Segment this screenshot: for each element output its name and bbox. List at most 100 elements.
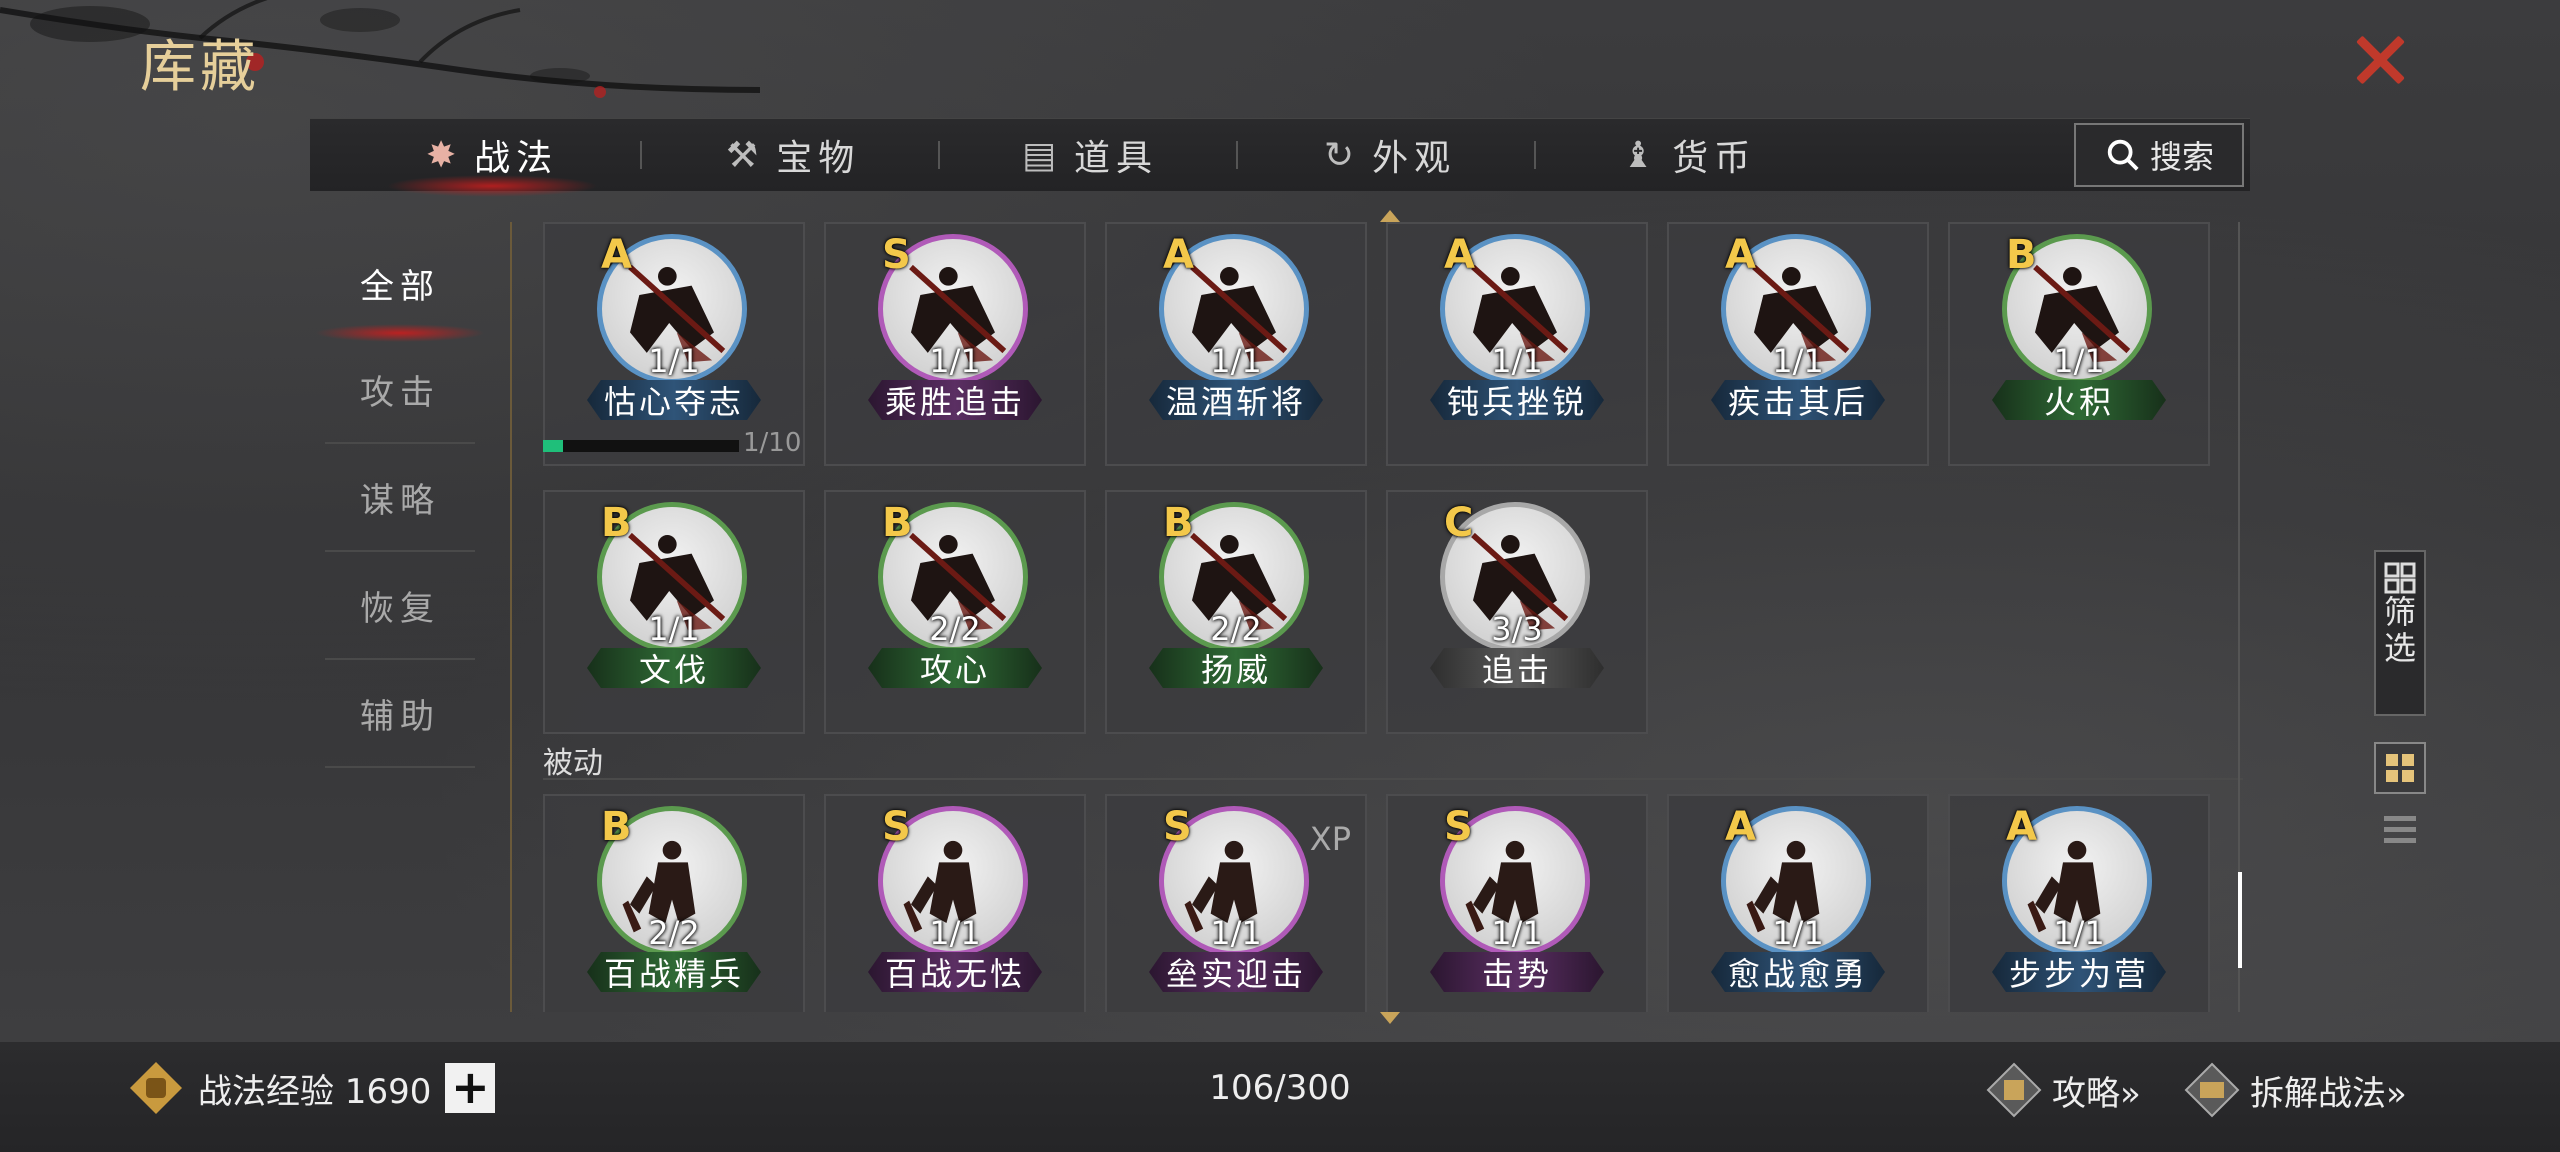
category-recovery[interactable]: 恢复: [325, 552, 475, 660]
skill-grade: A: [1163, 232, 1194, 278]
category-label: 全部: [360, 266, 440, 307]
skill-name: 疾击其后: [1711, 380, 1885, 420]
scroll-down-arrow-icon[interactable]: [1380, 1012, 1400, 1024]
skill-card[interactable]: A 1/1 步步为营: [1948, 794, 2210, 1012]
skill-grade: B: [2006, 232, 2037, 278]
tab-items[interactable]: ▤ 道具: [1022, 119, 1158, 191]
skill-count: 1/1: [929, 914, 981, 952]
skill-grid: A 1/1 怙心夺志 S 1/1 乘胜追击 A 1/1 温酒斩将 A 1/1 钝兵挫锐 A 1/1 疾击其后…: [543, 222, 2243, 1012]
skill-name: 垒实迎击: [1149, 952, 1323, 992]
skill-card[interactable]: A 1/1 疾击其后: [1667, 222, 1929, 466]
skill-grade: S: [1444, 804, 1473, 850]
category-label: 恢复: [360, 588, 440, 629]
skill-count: 2/2: [648, 914, 700, 952]
category-label: 辅助: [360, 696, 440, 737]
category-label: 谋略: [360, 480, 440, 521]
skill-card[interactable]: S 1/1 百战无怯: [824, 794, 1086, 1012]
skill-name: 步步为营: [1992, 952, 2166, 992]
skill-grade: C: [1444, 500, 1474, 546]
guide-button[interactable]: 攻略»: [1986, 1062, 2141, 1118]
category-all[interactable]: 全部: [315, 230, 485, 342]
progress-fill: [543, 440, 563, 452]
scrollbar[interactable]: [2238, 872, 2242, 968]
tab-divider: [640, 141, 642, 169]
skill-card[interactable]: S 1/1 垒实迎击 XP: [1105, 794, 1367, 1012]
skill-count: 1/1: [1772, 914, 1824, 952]
scroll-up-arrow-icon[interactable]: [1380, 210, 1400, 222]
skill-grade: B: [882, 500, 913, 546]
grid-icon: [2384, 562, 2416, 594]
skill-count: 2/2: [929, 610, 981, 648]
skill-card[interactable]: S 1/1 乘胜追击: [824, 222, 1086, 466]
skill-count: 1/1: [1491, 342, 1543, 380]
guide-label: 攻略»: [2052, 1073, 2141, 1114]
skill-count: 1/1: [648, 610, 700, 648]
skill-card[interactable]: B 2/2 攻心: [824, 490, 1086, 734]
bottom-bar: 战法经验 1690 + 106/300 攻略» 拆解战法»: [0, 1042, 2560, 1152]
add-exp-button[interactable]: +: [445, 1063, 496, 1113]
scroll-bundle-icon: ✸: [426, 134, 463, 176]
skill-grade: S: [882, 232, 911, 278]
search-icon: [2107, 139, 2139, 171]
skill-name: 钝兵挫锐: [1430, 380, 1604, 420]
skill-card[interactable]: A 1/1 钝兵挫锐: [1386, 222, 1648, 466]
skill-card[interactable]: B 1/1 文伐: [543, 490, 805, 734]
skill-exp-label: 战法经验 1690: [198, 1071, 432, 1112]
skill-count: 1/1: [1772, 342, 1824, 380]
skill-name: 百战精兵: [587, 952, 761, 992]
skill-card[interactable]: B 2/2 扬威: [1105, 490, 1367, 734]
skill-card[interactable]: C 3/3 追击: [1386, 490, 1648, 734]
progress-text: 1/10: [743, 428, 802, 458]
divider: [510, 222, 512, 1012]
skill-count: 1/1: [1210, 914, 1262, 952]
scroll-icon: [2184, 1062, 2240, 1118]
filter-label: 筛选: [2383, 593, 2416, 667]
money-bag-icon: ♝: [1622, 134, 1661, 176]
tab-treasure[interactable]: ⚒ 宝物: [726, 119, 860, 191]
search-button[interactable]: 搜索: [2074, 123, 2244, 187]
skill-card[interactable]: A 1/1 温酒斩将: [1105, 222, 1367, 466]
tab-label: 宝物: [776, 138, 861, 179]
filter-button[interactable]: 筛选: [2374, 550, 2426, 716]
tab-divider: [938, 141, 940, 169]
category-support[interactable]: 辅助: [325, 660, 475, 768]
tab-appearance[interactable]: ↻ 外观: [1324, 119, 1456, 191]
tab-currency[interactable]: ♝ 货币: [1622, 119, 1756, 191]
skill-name: 攻心: [868, 648, 1042, 688]
grid-view-toggle[interactable]: [2374, 742, 2426, 794]
skill-name: 百战无怯: [868, 952, 1042, 992]
skill-name: 怙心夺志: [587, 380, 761, 420]
skill-grade: B: [601, 500, 632, 546]
skill-count: 1/1: [1210, 342, 1262, 380]
tab-label: 货币: [1672, 138, 1757, 179]
list-view-icon[interactable]: [2382, 812, 2418, 848]
skill-card[interactable]: S 1/1 击势: [1386, 794, 1648, 1012]
skill-count: 1/1: [648, 342, 700, 380]
tab-label: 战法: [474, 138, 559, 179]
skill-name: 温酒斩将: [1149, 380, 1323, 420]
tab-skills[interactable]: ✸ 战法: [385, 119, 599, 197]
skill-grade: A: [601, 232, 632, 278]
category-strategy[interactable]: 谋略: [325, 444, 475, 552]
tab-divider: [1236, 141, 1238, 169]
category-attack[interactable]: 攻击: [325, 336, 475, 444]
skill-name: 扬威: [1149, 648, 1323, 688]
skill-count: 1/1: [2053, 342, 2105, 380]
skill-name: 火积: [1992, 380, 2166, 420]
skill-count: 1/1: [1491, 914, 1543, 952]
skill-name: 乘胜追击: [868, 380, 1042, 420]
dismantle-button[interactable]: 拆解战法»: [2184, 1062, 2407, 1118]
close-icon[interactable]: [2348, 28, 2412, 92]
skill-exp: 战法经验 1690 +: [128, 1060, 496, 1116]
skill-card[interactable]: B 1/1 火积: [1948, 222, 2210, 466]
skill-count: 1/1: [929, 342, 981, 380]
skill-name: 愈战愈勇: [1711, 952, 1885, 992]
xp-badge: XP: [1309, 820, 1351, 858]
tab-label: 道具: [1074, 138, 1159, 179]
tab-label: 外观: [1372, 138, 1457, 179]
skill-card[interactable]: B 2/2 百战精兵: [543, 794, 805, 1012]
treasure-icon: ⚒: [726, 134, 765, 176]
skill-count: 1/1: [2053, 914, 2105, 952]
skill-card[interactable]: A 1/1 愈战愈勇: [1667, 794, 1929, 1012]
book-icon: [1986, 1062, 2042, 1118]
